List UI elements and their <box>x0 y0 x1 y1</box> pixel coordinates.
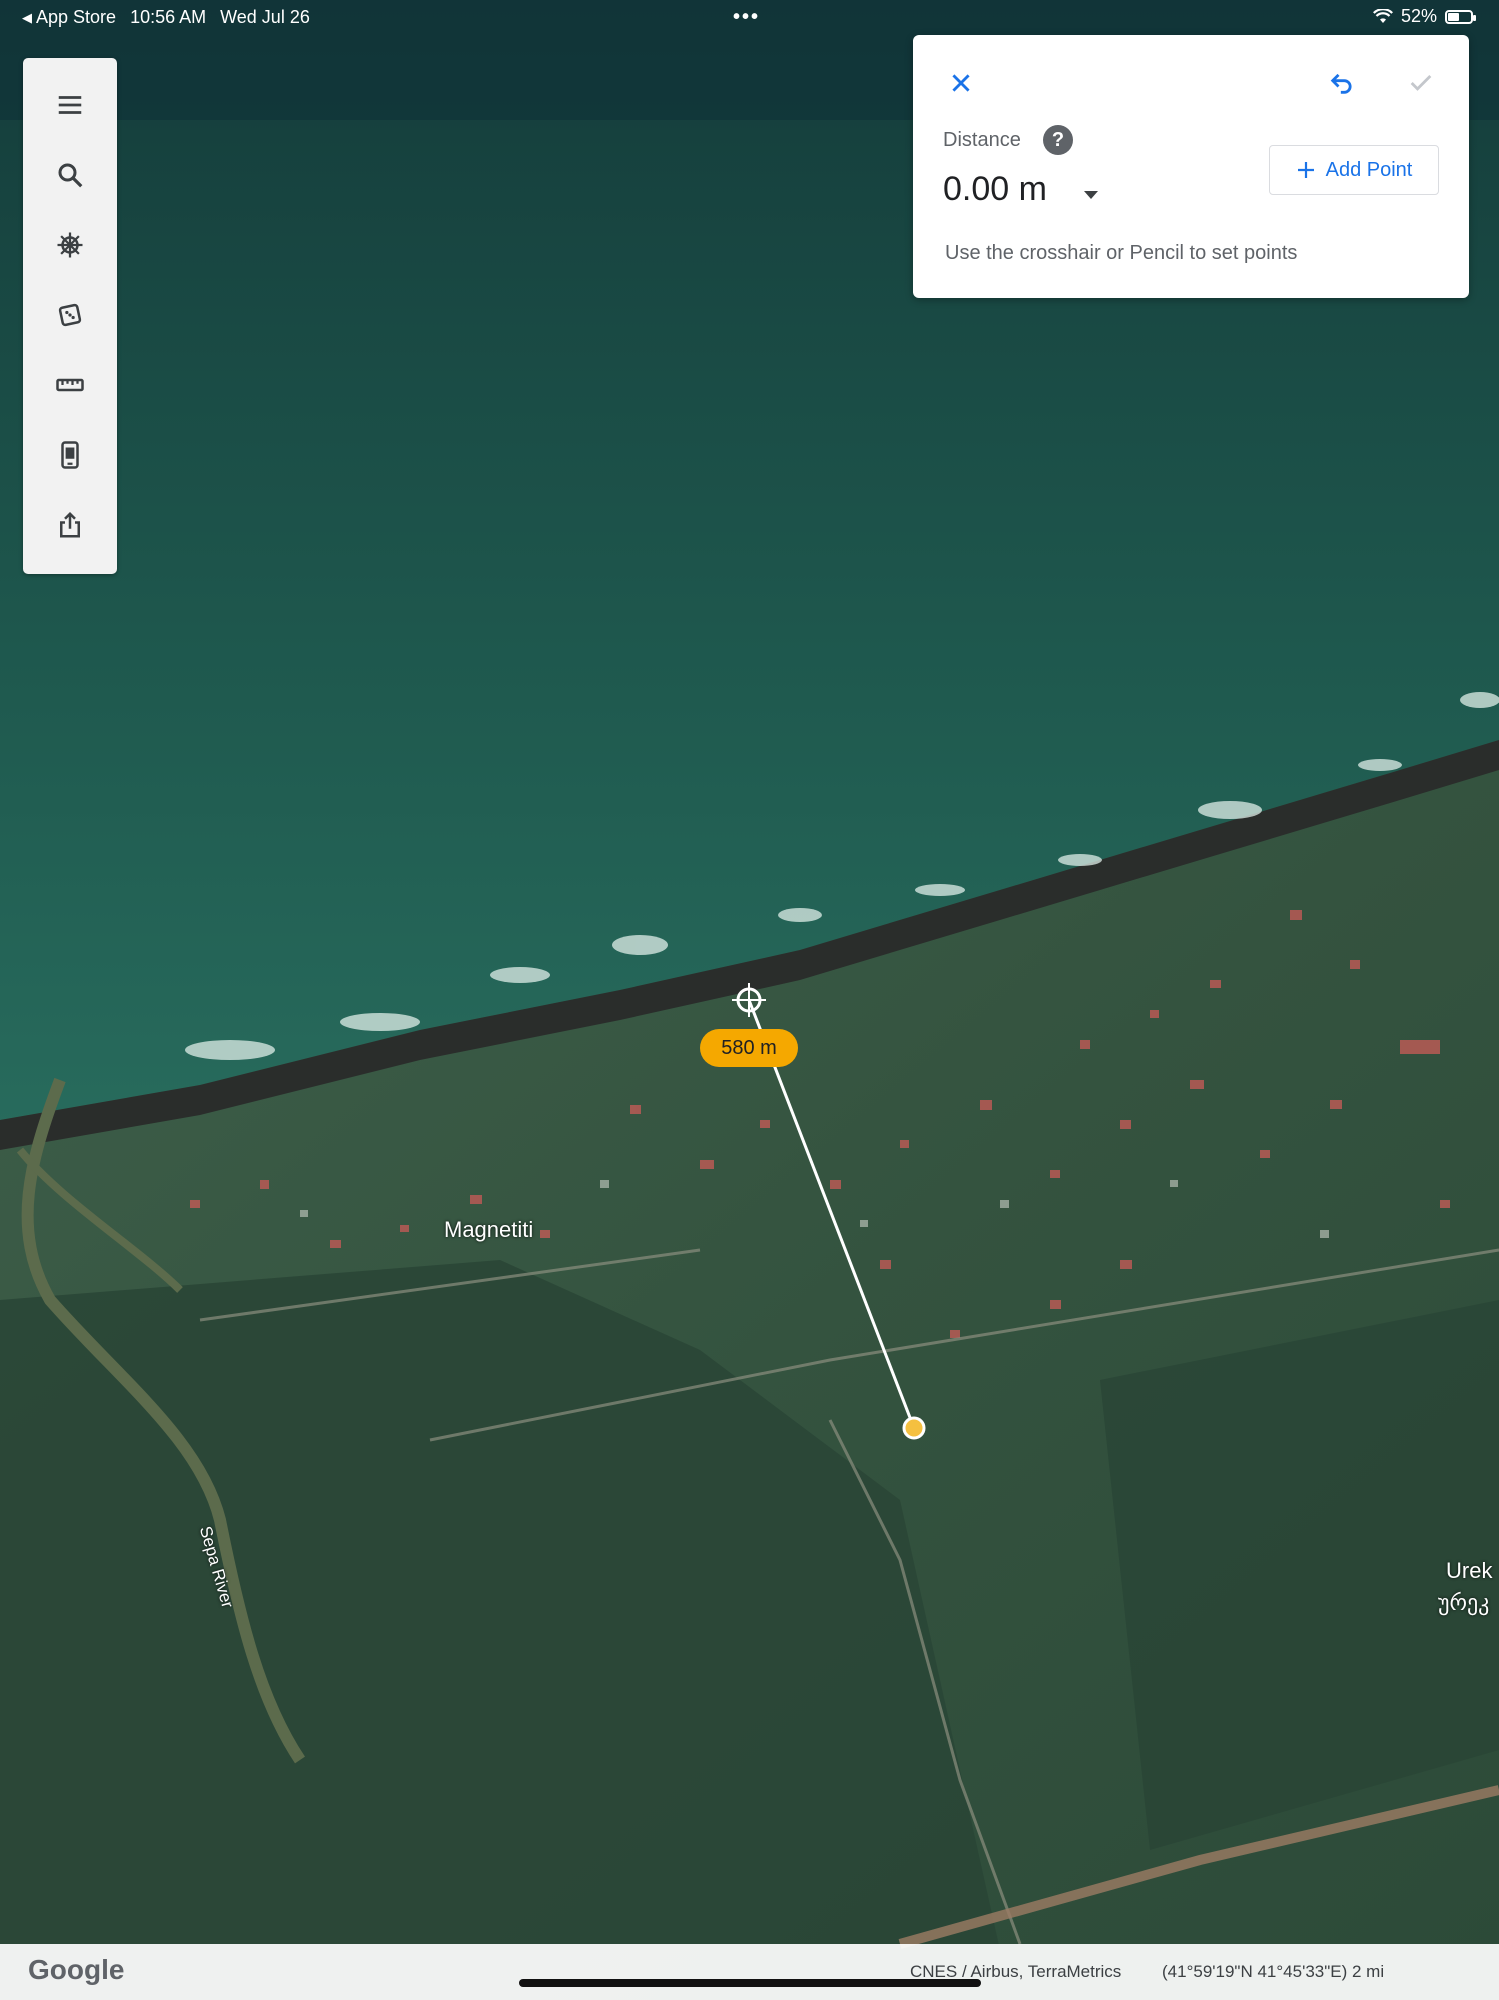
measure-point <box>902 1416 926 1440</box>
add-point-label: Add Point <box>1325 158 1413 181</box>
done-button[interactable] <box>1403 65 1439 101</box>
multitasking-dots[interactable]: ••• <box>733 6 760 29</box>
plus-icon <box>1297 162 1314 178</box>
check-icon <box>1410 75 1432 91</box>
add-point-button[interactable]: Add Point <box>1269 145 1439 195</box>
phone-card-icon <box>61 441 79 469</box>
measure-panel: Distance ? 0.00 m Add Point Use the cros… <box>913 35 1469 298</box>
back-app-label: App Store <box>36 7 117 27</box>
crosshair-icon <box>732 983 766 1017</box>
units-dropdown[interactable] <box>1079 183 1103 207</box>
dropdown-arrow-icon <box>1084 191 1098 199</box>
ruler-icon <box>56 378 84 392</box>
status-date: Wed Jul 26 <box>220 7 310 27</box>
help-icon[interactable]: ? <box>1043 125 1073 155</box>
satellite-map[interactable]: 580 m Magnetiti Urek ურეკ Sepa River <box>0 0 1499 2000</box>
measure-line <box>732 983 926 1440</box>
distance-label: Distance <box>943 129 1021 151</box>
bottom-info-bar: Google CNES / Airbus, TerraMetrics (41°5… <box>0 1944 1499 2000</box>
feeling-lucky-button[interactable] <box>46 291 94 339</box>
google-logo: Google <box>28 1954 125 1985</box>
back-to-app-link[interactable]: ◀ App Store <box>22 7 116 28</box>
ship-wheel-icon <box>57 232 83 258</box>
undo-button[interactable] <box>1324 65 1360 101</box>
back-triangle-icon: ◀ <box>22 9 32 25</box>
close-icon <box>952 74 970 92</box>
search-button[interactable] <box>46 151 94 199</box>
status-time: 10:56 AM <box>130 7 207 27</box>
share-button[interactable] <box>46 501 94 549</box>
left-toolbar <box>23 58 117 574</box>
place-label-ureki-georgian[interactable]: ურეკ <box>1438 1590 1489 1616</box>
battery-percent: 52% <box>1400 6 1437 26</box>
search-icon <box>58 163 83 188</box>
menu-button[interactable] <box>46 81 94 129</box>
battery-icon <box>1445 9 1476 24</box>
measure-hint: Use the crosshair or Pencil to set point… <box>945 242 1298 264</box>
home-indicator[interactable] <box>519 1979 981 1987</box>
undo-icon <box>1330 73 1352 94</box>
place-label-magnetiti[interactable]: Magnetiti <box>444 1217 533 1243</box>
segment-distance-badge: 580 m <box>700 1029 798 1067</box>
status-bar: ◀ App Store 10:56 AM Wed Jul 26 ••• 52% <box>0 0 1499 36</box>
coordinates-readout: (41°59'19"N 41°45'33"E) 2 mi <box>1162 1962 1385 1981</box>
distance-value: 0.00 m <box>943 170 1047 208</box>
place-label-ureki[interactable]: Urek <box>1446 1558 1492 1584</box>
wifi-icon <box>1372 8 1393 23</box>
voyager-button[interactable] <box>46 221 94 269</box>
menu-icon <box>58 96 82 114</box>
close-measure-button[interactable] <box>943 65 979 101</box>
share-icon <box>60 511 80 538</box>
dice-icon <box>58 303 82 327</box>
measure-button[interactable] <box>46 361 94 409</box>
projects-button[interactable] <box>46 431 94 479</box>
